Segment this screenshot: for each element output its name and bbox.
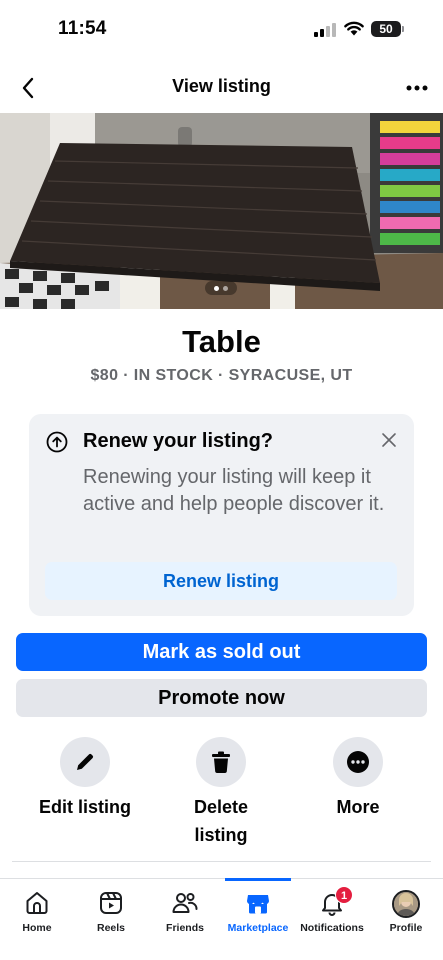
renew-heading: Renew your listing? <box>83 430 274 452</box>
listing-photo[interactable] <box>0 113 443 309</box>
promote-now-button[interactable]: Promote now <box>16 679 427 717</box>
page-title: View listing <box>172 76 271 96</box>
delete-listing-label-line2: listing <box>194 825 248 845</box>
trash-icon <box>212 751 230 774</box>
status-bar: 11:54 50 <box>0 0 443 58</box>
more-label: More <box>336 797 380 817</box>
divider <box>12 861 431 862</box>
more-options-button[interactable] <box>401 72 433 104</box>
bottom-tab-bar: Home Reels Friends Marketplace 1 Notific… <box>0 878 443 960</box>
home-icon <box>26 892 48 914</box>
edit-listing-button[interactable] <box>60 737 110 787</box>
renew-description: Renewing your listing will keep it activ… <box>83 466 385 515</box>
pencil-icon <box>77 754 93 770</box>
renew-listing-button[interactable]: Renew listing <box>45 562 397 600</box>
mark-as-sold-out-button[interactable]: Mark as sold out <box>16 633 427 671</box>
more-button[interactable] <box>333 737 383 787</box>
delete-listing-label: Delete listing <box>156 793 286 849</box>
more-action[interactable]: More <box>293 737 423 821</box>
more-horizontal-icon <box>406 85 428 91</box>
delete-listing-action[interactable]: Delete listing <box>156 737 286 849</box>
avatar <box>392 890 420 918</box>
renew-listing-card: Renew your listing? Renewing your listin… <box>29 414 414 616</box>
tab-marketplace[interactable]: Marketplace <box>221 879 295 939</box>
tab-notifications[interactable]: 1 Notifications <box>295 879 369 939</box>
close-icon[interactable] <box>380 431 398 449</box>
edit-listing-action[interactable]: Edit listing <box>20 737 150 821</box>
listing-meta: $80 · IN STOCK · SYRACUSE, UT <box>90 367 353 384</box>
wifi-icon <box>344 21 364 36</box>
tab-profile[interactable]: Profile <box>369 879 443 939</box>
table-photo-image <box>0 113 443 309</box>
tab-profile-label: Profile <box>389 922 423 934</box>
photo-dot <box>223 285 228 291</box>
arrow-up-circle-icon <box>46 431 68 453</box>
tab-friends[interactable]: Friends <box>148 879 222 939</box>
delete-listing-label-line1: Delete <box>193 797 249 817</box>
tab-reels[interactable]: Reels <box>74 879 148 939</box>
reels-icon <box>100 892 122 914</box>
notification-badge: 1 <box>335 886 353 904</box>
nav-header: View listing <box>0 66 443 110</box>
edit-listing-label: Edit listing <box>39 797 131 817</box>
battery-tip <box>402 26 404 32</box>
cellular-signal-icon <box>314 23 336 37</box>
marketplace-icon <box>247 895 269 914</box>
friends-icon <box>172 893 198 913</box>
delete-listing-button[interactable] <box>196 737 246 787</box>
avatar-image <box>394 892 418 916</box>
listing-title: Table <box>182 324 261 359</box>
status-time: 11:54 <box>58 18 107 39</box>
photo-dot-active <box>214 285 219 291</box>
tab-home[interactable]: Home <box>0 879 74 939</box>
photo-pagination <box>205 281 237 295</box>
battery-icon: 50 <box>371 21 401 37</box>
more-circle-icon <box>347 751 369 773</box>
